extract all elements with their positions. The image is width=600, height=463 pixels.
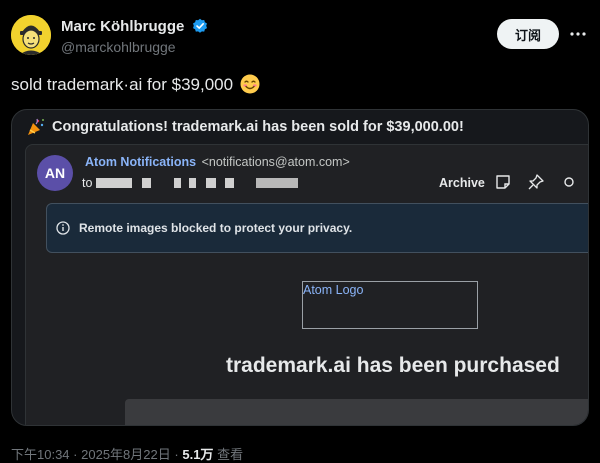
email-subject-text: Congratulations! trademark.ai has been s… — [52, 119, 464, 135]
pin-icon[interactable] — [527, 173, 545, 191]
redacted-block — [206, 178, 216, 188]
tweet-image-card[interactable]: Congratulations! trademark.ai has been s… — [11, 109, 589, 426]
views-count[interactable]: 5.1万 — [182, 447, 213, 462]
logo-alt-text: Atom Logo — [303, 283, 364, 297]
info-icon — [56, 221, 70, 235]
party-popper-icon — [28, 118, 44, 135]
privacy-notice: Remote images blocked to protect your pr… — [79, 221, 353, 235]
redacted-block — [256, 178, 298, 188]
footer-separator: · — [174, 447, 179, 462]
logo-placeholder: Atom Logo — [302, 281, 478, 329]
verified-badge-icon — [192, 18, 207, 33]
smiling-face-emoji-icon — [240, 74, 260, 94]
archive-button[interactable]: Archive — [439, 176, 485, 190]
circle-icon[interactable] — [560, 173, 578, 191]
subscribe-button[interactable]: 订阅 — [497, 19, 559, 49]
author-avatar[interactable] — [11, 15, 51, 55]
redacted-block — [142, 178, 151, 188]
footer-separator: · — [73, 447, 78, 462]
tweet-date[interactable]: 2025年8月22日 — [81, 447, 171, 462]
sender-line: Atom Notifications <notifications@atom.c… — [85, 155, 350, 169]
tweet-time[interactable]: 下午10:34 — [11, 447, 70, 462]
sender-name: Atom Notifications — [85, 155, 197, 169]
email-subject: Congratulations! trademark.ai has been s… — [26, 117, 464, 137]
note-icon[interactable] — [494, 173, 512, 191]
email-content-panel — [125, 399, 588, 425]
tweet-text: sold trademark·ai for $39,000 — [11, 74, 260, 95]
more-options-icon[interactable] — [568, 24, 588, 44]
tweet-body: sold trademark·ai for $39,000 — [11, 75, 234, 94]
email-pane: AN Atom Notifications <notifications@ato… — [25, 144, 588, 425]
redacted-block — [189, 178, 196, 188]
sender-avatar: AN — [37, 155, 73, 191]
privacy-banner: Remote images blocked to protect your pr… — [46, 203, 588, 253]
redacted-block — [225, 178, 234, 188]
author-avatar-illustration — [11, 15, 51, 55]
views-label: 查看 — [217, 447, 244, 462]
redacted-block — [96, 178, 132, 188]
email-headline: trademark.ai has been purchased — [226, 354, 560, 377]
tweet-footer: 下午10:34 · 2025年8月22日 · 5.1万 查看 — [11, 444, 243, 463]
author-name[interactable]: Marc Köhlbrugge — [61, 18, 184, 35]
sender-email: <notifications@atom.com> — [201, 155, 350, 169]
redacted-block — [174, 178, 181, 188]
author-name-row[interactable]: Marc Köhlbrugge — [61, 18, 208, 35]
recipient-label: to — [82, 176, 93, 190]
author-handle[interactable]: @marckohlbrugge — [61, 39, 176, 55]
